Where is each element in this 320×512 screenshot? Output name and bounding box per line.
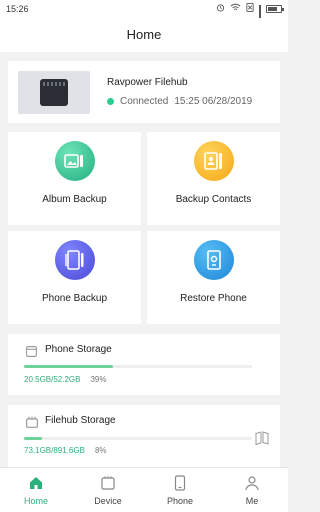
- tab-device-label: Device: [94, 496, 122, 506]
- status-time: 15:26: [6, 4, 29, 14]
- tab-phone-label: Phone: [166, 496, 194, 506]
- status-bar: 15:26: [0, 0, 288, 25]
- album-icon: [55, 141, 95, 181]
- phone-backup-label: Phone Backup: [41, 293, 108, 304]
- tab-device[interactable]: Device: [72, 468, 144, 512]
- restore-icon: [194, 240, 234, 280]
- phone-storage-percent: 39%: [90, 375, 107, 384]
- page-title: Home: [126, 27, 162, 42]
- device-name: Ravpower Filehub: [107, 77, 188, 88]
- filehub-storage-title: Filehub Storage: [45, 415, 116, 426]
- connected-dot-icon: [107, 98, 114, 105]
- phone-storage-icon: [26, 344, 37, 362]
- connection-timestamp: 15:25 06/28/2019: [174, 96, 253, 107]
- phone-icon: [172, 475, 188, 491]
- filehub-storage-usage: 73.1GB/891.6GB: [24, 446, 85, 455]
- backup-contacts-label: Backup Contacts: [175, 194, 252, 205]
- book-icon[interactable]: [255, 431, 269, 450]
- phone-storage-meta: 20.5GB/52.2GB 39%: [24, 375, 107, 384]
- phone-storage-card[interactable]: Phone Storage 20.5GB/52.2GB 39%: [8, 334, 280, 395]
- battery-icon: [266, 4, 284, 13]
- backup-contacts-button[interactable]: Backup Contacts: [147, 132, 280, 225]
- filehub-storage-percent: 8%: [94, 446, 107, 455]
- phone-storage-title: Phone Storage: [45, 344, 112, 355]
- signal-icon: [259, 4, 261, 25]
- phone-backup-button[interactable]: Phone Backup: [8, 231, 141, 324]
- restore-phone-label: Restore Phone: [180, 293, 247, 304]
- restore-phone-button[interactable]: Restore Phone: [147, 231, 280, 324]
- device-status: Connected 15:25 06/28/2019: [107, 96, 252, 107]
- tab-phone[interactable]: Phone: [144, 468, 216, 512]
- device-card[interactable]: Ravpower Filehub Connected 15:25 06/28/2…: [8, 61, 280, 123]
- tab-home[interactable]: Home: [0, 468, 72, 512]
- filehub-storage-card[interactable]: Filehub Storage 73.1GB/891.6GB 8%: [8, 405, 280, 467]
- tab-home-label: Home: [23, 496, 48, 506]
- filehub-storage-progress-fill: [24, 437, 43, 440]
- filehub-storage-meta: 73.1GB/891.6GB 8%: [24, 446, 107, 455]
- app-header: Home: [0, 18, 288, 52]
- connection-status: Connected: [120, 96, 169, 107]
- filehub-storage-progress: [24, 437, 252, 440]
- bottom-tab-bar: Home Device Phone Me: [0, 467, 288, 512]
- person-icon: [244, 475, 260, 491]
- tab-me-label: Me: [245, 496, 259, 506]
- phone-storage-progress: [24, 365, 252, 368]
- phone-storage-usage: 20.5GB/52.2GB: [24, 375, 81, 384]
- tab-me[interactable]: Me: [216, 468, 288, 512]
- home-icon: [28, 475, 44, 491]
- device-image: [18, 71, 90, 114]
- filehub-storage-icon: [26, 415, 38, 433]
- phone-storage-progress-fill: [24, 365, 113, 368]
- alarm-icon: [216, 3, 225, 14]
- album-backup-button[interactable]: Album Backup: [8, 132, 141, 225]
- device-icon: [100, 475, 116, 491]
- album-backup-label: Album Backup: [42, 194, 107, 205]
- contacts-icon: [194, 141, 234, 181]
- no-sim-icon: [246, 3, 254, 14]
- filehub-device-icon: [40, 79, 68, 106]
- status-icons: [216, 3, 284, 25]
- phone-backup-icon: [55, 240, 95, 280]
- wifi-icon: [230, 3, 241, 14]
